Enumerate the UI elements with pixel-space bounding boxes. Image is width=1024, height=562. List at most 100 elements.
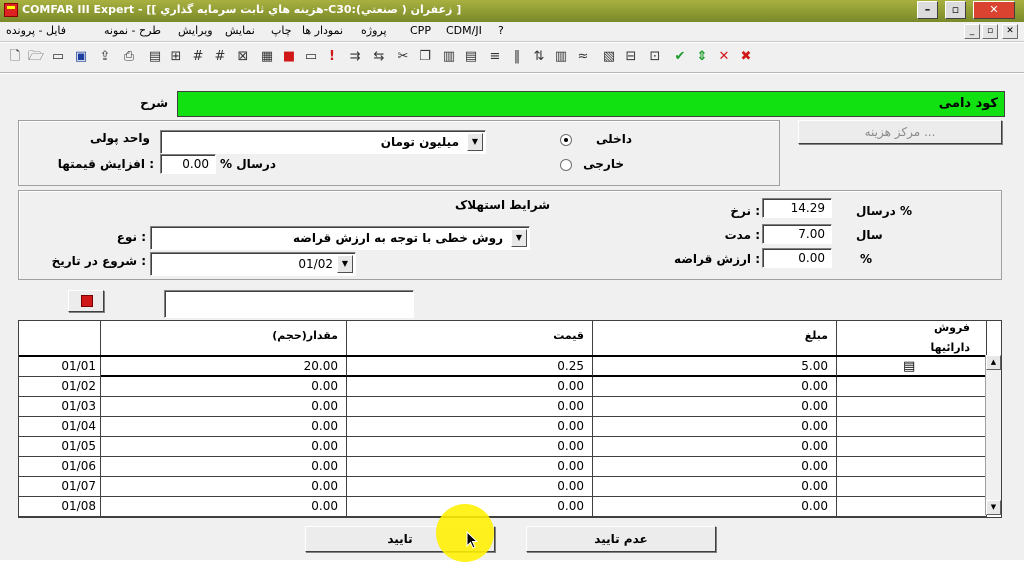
grid-x-icon[interactable]: # [211, 48, 229, 66]
cost-center-button[interactable]: ... مرکز هزینه [798, 120, 1002, 144]
menu-charts[interactable]: نمودار ها [302, 24, 343, 37]
cell-quantity[interactable]: 0.00 [101, 497, 347, 517]
cell-quantity[interactable]: 0.00 [101, 417, 347, 437]
child-close-button[interactable]: ✕ [1002, 24, 1018, 39]
rate-field[interactable]: 14.29 [762, 198, 832, 218]
spreadsheet-icon[interactable]: ▦ [258, 48, 276, 66]
cell-amount[interactable]: 0.00 [593, 377, 837, 397]
cell-asset-sales[interactable] [837, 437, 987, 457]
lines-icon[interactable]: ≡ [486, 48, 504, 66]
menu-file[interactable]: فایل - پرونده [6, 24, 66, 37]
cell-quantity[interactable]: 0.00 [101, 457, 347, 477]
note-input[interactable] [164, 290, 414, 318]
connect-icon[interactable]: ⇉ [346, 48, 364, 66]
paste-icon[interactable]: ▥ [440, 48, 458, 66]
hash-icon[interactable]: # [189, 48, 207, 66]
foreign-radio[interactable] [560, 159, 572, 171]
child-restore-button[interactable]: ▫ [982, 24, 998, 39]
cell-quantity[interactable]: 0.00 [101, 477, 347, 497]
chart-icon[interactable]: ▥ [552, 48, 570, 66]
grid-b-icon[interactable]: ⊟ [622, 48, 640, 66]
cell-amount[interactable]: 0.00 [593, 477, 837, 497]
cell-amount[interactable]: 0.00 [593, 497, 837, 517]
cell-asset-sales[interactable]: ▤ [837, 357, 987, 377]
cell-asset-sales[interactable] [837, 457, 987, 477]
column-header-amount[interactable]: مبلغ [593, 321, 837, 355]
cell-price[interactable]: 0.00 [347, 417, 593, 437]
cell-amount[interactable]: 0.00 [593, 437, 837, 457]
cell-price[interactable]: 0.00 [347, 377, 593, 397]
table-icon[interactable]: ⊠ [234, 48, 252, 66]
scroll-up-icon[interactable]: ▲ [986, 355, 1001, 370]
menu-edit[interactable]: ویرایش [178, 24, 213, 37]
save-icon[interactable]: ▣ [72, 48, 90, 66]
cell-price[interactable]: 0.25 [347, 357, 593, 377]
scissors-icon[interactable]: ✂ [394, 48, 412, 66]
print-icon[interactable]: ⎙ [120, 48, 138, 66]
cell-amount[interactable]: 5.00 [593, 357, 837, 377]
cell-quantity[interactable]: 20.00 [101, 357, 347, 377]
menu-print[interactable]: چاپ [271, 24, 292, 37]
calculator-icon[interactable]: ■ [280, 48, 298, 66]
salvage-field[interactable]: 0.00 [762, 248, 832, 268]
column-header-price[interactable]: قیمت [347, 321, 593, 355]
cell-amount[interactable]: 0.00 [593, 417, 837, 437]
x-icon[interactable]: ✕ [715, 48, 733, 66]
grid-scrollbar[interactable]: ▲ ▼ [985, 355, 1001, 515]
sort-icon[interactable]: ⇅ [530, 48, 548, 66]
price-increase-field[interactable]: 0.00 [160, 154, 216, 174]
calculator-button[interactable] [68, 290, 104, 312]
grid-c-icon[interactable]: ⊡ [646, 48, 664, 66]
cell-price[interactable]: 0.00 [347, 457, 593, 477]
chevron-down-icon[interactable]: ▼ [467, 133, 483, 151]
menu-cdm[interactable]: CDM/JI [446, 24, 482, 37]
grid-plus-icon[interactable]: ⊞ [167, 48, 185, 66]
menu-project[interactable]: پروژه [361, 24, 387, 37]
cell-asset-sales[interactable] [837, 397, 987, 417]
cell-price[interactable]: 0.00 [347, 397, 593, 417]
cell-price[interactable]: 0.00 [347, 437, 593, 457]
menu-design[interactable]: طرح - نمونه [104, 24, 161, 37]
chevron-down-icon[interactable]: ▼ [337, 255, 353, 273]
grid-a-icon[interactable]: ▧ [600, 48, 618, 66]
cell-asset-sales[interactable] [837, 477, 987, 497]
cell-asset-sales[interactable] [837, 417, 987, 437]
note-icon[interactable]: ▭ [302, 48, 320, 66]
bars-icon[interactable]: ‖ [508, 48, 526, 66]
clipboard-icon[interactable]: ▤ [462, 48, 480, 66]
duration-field[interactable]: 7.00 [762, 224, 832, 244]
column-header-asset-sales[interactable]: فروش دارائیها [837, 321, 987, 355]
minimize-button[interactable]: – [917, 1, 938, 19]
child-minimize-button[interactable]: _ [964, 24, 980, 39]
cell-amount[interactable]: 0.00 [593, 397, 837, 417]
check-icon[interactable]: ✔ [671, 48, 689, 66]
copy-icon[interactable]: ❐ [416, 48, 434, 66]
sheet-icon[interactable]: ▤ [903, 360, 915, 373]
cell-quantity[interactable]: 0.00 [101, 437, 347, 457]
start-date-select[interactable]: 01/02 ▼ [150, 252, 356, 276]
menu-help[interactable]: ? [498, 24, 504, 37]
cell-price[interactable]: 0.00 [347, 477, 593, 497]
folder-icon[interactable]: ▭ [49, 48, 67, 66]
menu-cpp[interactable]: CPP [410, 24, 431, 37]
cell-quantity[interactable]: 0.00 [101, 377, 347, 397]
cell-asset-sales[interactable] [837, 377, 987, 397]
maximize-button[interactable]: ▫ [945, 1, 966, 19]
calculator-sheet-icon[interactable]: ▤ [146, 48, 164, 66]
cell-asset-sales[interactable] [837, 497, 987, 517]
chevron-down-icon[interactable]: ▼ [511, 229, 527, 247]
scroll-down-icon[interactable]: ▼ [986, 500, 1001, 515]
export-icon[interactable]: ⇪ [96, 48, 114, 66]
cell-amount[interactable]: 0.00 [593, 457, 837, 477]
up-down-icon[interactable]: ⇕ [693, 48, 711, 66]
new-file-icon[interactable]: 🗋 [6, 48, 24, 66]
open-folder-icon[interactable]: 🗁 [27, 48, 45, 66]
cell-quantity[interactable]: 0.00 [101, 397, 347, 417]
menu-view[interactable]: نمایش [225, 24, 255, 37]
domestic-radio[interactable] [560, 134, 572, 146]
delete-icon[interactable]: ✖ [737, 48, 755, 66]
cancel-button[interactable]: عدم تایید [526, 526, 716, 552]
link-icon[interactable]: ⇆ [370, 48, 388, 66]
description-field[interactable]: کود دامی [177, 91, 1005, 117]
currency-select[interactable]: میلیون تومان ▼ [160, 130, 486, 154]
